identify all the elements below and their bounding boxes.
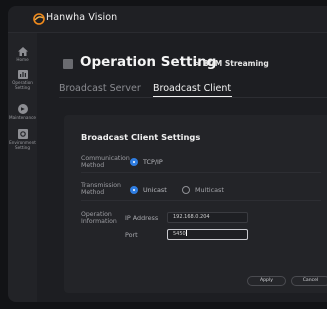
sidebar-item-home[interactable]: Home [8,47,37,62]
settings-card: Broadcast Client Settings Communication … [64,115,327,293]
row-divider [81,200,321,201]
tab-broadcast-server[interactable]: Broadcast Server [59,83,141,94]
maintenance-icon [17,104,28,114]
tab-divider [59,97,327,98]
page-title-icon [63,59,73,69]
sidebar-item-label: Maintenance [9,115,36,120]
sidebar-item-environment-setting[interactable]: Environment Setting [8,129,37,150]
sidebar-item-operation-setting[interactable]: Operation Setting [8,70,37,90]
port-input[interactable]: 5450 [167,229,248,240]
radio-unicast-label: Unicast [143,186,167,194]
sidebar-item-maintenance[interactable]: Maintenance [8,104,37,120]
sidebar-item-label: Home [16,57,29,62]
apply-button[interactable]: Apply [247,276,286,286]
radio-tcp-ip-label: TCP/IP [143,158,163,166]
operation-information-label: Operation Information [81,211,117,225]
transmission-method-label: Transmission Method [81,182,121,196]
ip-address-label: IP Address [125,214,159,222]
radio-tcp-ip[interactable] [130,158,138,166]
brand-name: Hanwha Vision [46,12,118,23]
operation-setting-icon [17,70,28,79]
row-divider [81,172,321,173]
radio-multicast-label: Multicast [195,186,224,194]
home-icon [17,47,28,56]
port-label: Port [125,231,138,239]
radio-multicast[interactable] [182,186,190,194]
text-caret [186,230,187,236]
breadcrumb: > BGM Streaming [194,59,269,68]
sidebar-item-label: Environment Setting [9,140,36,150]
main-content: Operation Setting > BGM Streaming Broadc… [37,33,327,302]
tab-broadcast-client[interactable]: Broadcast Client [153,83,231,94]
sidebar: Home Operation Setting Maintenance Envir… [8,33,37,302]
sidebar-item-label: Operation Setting [12,80,33,90]
environment-setting-icon [17,129,28,139]
app-window: Hanwha Vision Home Operation Setting Mai… [8,6,327,302]
hanwha-logo-icon [33,13,45,25]
cancel-button[interactable]: Cancel [291,276,327,286]
settings-heading: Broadcast Client Settings [81,132,201,142]
radio-unicast[interactable] [130,186,138,194]
active-tab-indicator [153,96,232,97]
top-bar: Hanwha Vision [8,6,327,33]
port-value: 5450 [173,231,186,237]
ip-address-input[interactable]: 192.168.0.204 [167,212,248,223]
communication-method-label: Communication Method [81,155,130,169]
